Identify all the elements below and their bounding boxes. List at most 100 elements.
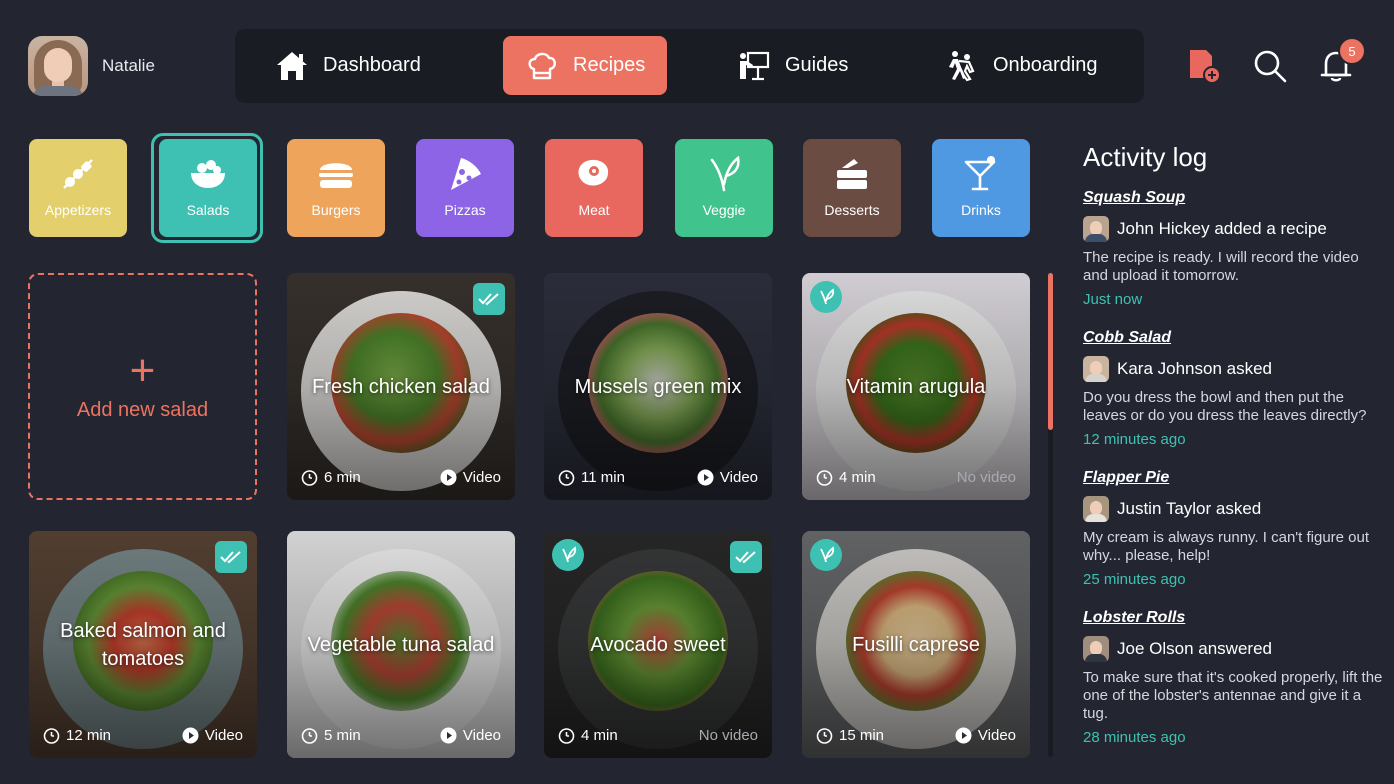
avatar[interactable]: [28, 36, 88, 96]
activity-message: To make sure that it's cooked properly, …: [1083, 669, 1383, 722]
category-pizzas[interactable]: Pizzas: [416, 139, 514, 237]
user-profile[interactable]: Natalie: [28, 36, 155, 96]
play-icon: [440, 469, 457, 486]
recipe-video-link[interactable]: Video: [955, 727, 1016, 744]
nav-guides-label: Guides: [785, 54, 849, 76]
recipe-video-link[interactable]: Video: [440, 469, 501, 486]
search-icon[interactable]: [1252, 48, 1288, 84]
category-appetizers[interactable]: Appetizers: [29, 139, 127, 237]
notification-count-badge: 5: [1338, 37, 1366, 65]
activity-message: Do you dress the bowl and then put the l…: [1083, 389, 1367, 424]
home-icon: [277, 51, 307, 80]
recipe-time: 15 min: [816, 727, 884, 744]
user-name: Natalie: [102, 56, 155, 75]
activity-timestamp: 25 minutes ago: [1083, 571, 1186, 588]
recipe-card[interactable]: Vitamin arugula 4 min No video: [802, 273, 1030, 500]
scrollbar-thumb[interactable]: [1048, 273, 1053, 430]
activity-recipe-link[interactable]: Flapper Pie: [1083, 469, 1383, 487]
activity-log-title: Activity log: [1083, 142, 1208, 172]
category-label: Salads: [186, 202, 230, 218]
recipe-title: Baked salmon and tomatoes: [60, 619, 226, 670]
cake-icon: [837, 159, 867, 189]
recipe-video-status: No video: [956, 469, 1016, 486]
nav-onboarding[interactable]: Onboarding: [923, 36, 1120, 95]
activity-log: Activity log Squash Soup John Hickey add…: [1083, 142, 1383, 767]
double-check-icon: [473, 283, 505, 315]
activity-actor: Kara Johnson asked: [1117, 359, 1272, 378]
activity-message: My cream is always runny. I can't figure…: [1083, 529, 1370, 564]
skewer-icon: [63, 159, 93, 189]
activity-recipe-link[interactable]: Squash Soup: [1083, 189, 1383, 207]
category-drinks[interactable]: Drinks: [932, 139, 1030, 237]
avatar[interactable]: [1083, 356, 1109, 382]
double-check-icon: [215, 541, 247, 573]
avatar[interactable]: [1083, 636, 1109, 662]
recipe-card[interactable]: Mussels green mix 11 min Video: [544, 273, 772, 500]
recipe-video-link[interactable]: Video: [697, 469, 758, 486]
recipe-time: 12 min: [43, 727, 111, 744]
activity-actor: John Hickey added a recipe: [1117, 219, 1327, 238]
nav-guides[interactable]: Guides: [715, 36, 870, 95]
timer-icon: [301, 728, 318, 744]
nav-onboarding-label: Onboarding: [993, 54, 1098, 76]
category-burgers[interactable]: Burgers: [287, 139, 385, 237]
recipe-time: 5 min: [301, 727, 361, 744]
recipe-card[interactable]: Avocado sweet 4 min No video: [544, 531, 772, 758]
recipe-video-link[interactable]: Video: [440, 727, 501, 744]
category-label: Desserts: [824, 202, 880, 218]
salad-bowl-icon: [191, 160, 225, 188]
main-nav: Dashboard Recipes Guides Onboarding: [235, 29, 1144, 103]
activity-recipe-link[interactable]: Cobb Salad: [1083, 329, 1383, 347]
recipe-card[interactable]: Baked salmon and tomatoes 12 min Video: [29, 531, 257, 758]
steak-icon: [578, 159, 609, 186]
walk-help-icon: [949, 50, 975, 81]
presenter-icon: [740, 51, 770, 80]
sprout-icon: [710, 155, 740, 192]
nav-recipes[interactable]: Recipes: [503, 36, 668, 95]
recipe-time: 6 min: [301, 469, 361, 486]
recipe-card[interactable]: Vegetable tuna salad 5 min Video: [287, 531, 515, 758]
nav-dashboard[interactable]: Dashboard: [253, 36, 443, 95]
recipe-time: 11 min: [558, 469, 625, 486]
veggie-leaf-icon: [552, 539, 584, 571]
timer-icon: [301, 470, 318, 486]
add-new-label: Add new salad: [76, 399, 209, 421]
activity-timestamp: Just now: [1083, 291, 1143, 308]
recipe-video-link[interactable]: Video: [182, 727, 243, 744]
play-icon: [182, 727, 199, 744]
avatar[interactable]: [1083, 216, 1109, 242]
avatar[interactable]: [1083, 496, 1109, 522]
activity-recipe-link[interactable]: Lobster Rolls: [1083, 609, 1383, 627]
activity-entry: Lobster Rolls Joe Olson answered To make…: [1083, 609, 1383, 746]
add-document-icon[interactable]: [1186, 48, 1222, 84]
timer-icon: [558, 470, 575, 486]
activity-entry: Flapper Pie Justin Taylor asked My cream…: [1083, 469, 1383, 588]
recipe-title: Vitamin arugula: [846, 375, 986, 398]
category-label: Veggie: [702, 202, 746, 218]
plus-icon: +: [129, 346, 156, 395]
timer-icon: [816, 728, 833, 744]
recipe-card[interactable]: Fusilli caprese 15 min Video: [802, 531, 1030, 758]
recipe-title: Fusilli caprese: [852, 633, 980, 656]
activity-message: The recipe is ready. I will record the v…: [1083, 249, 1359, 284]
play-icon: [440, 727, 457, 744]
category-desserts[interactable]: Desserts: [803, 139, 901, 237]
timer-icon: [816, 470, 833, 486]
recipe-title: Fresh chicken salad: [312, 375, 490, 398]
category-salads[interactable]: Salads: [159, 139, 257, 237]
pizza-slice-icon: [451, 158, 481, 190]
category-meat[interactable]: Meat: [545, 139, 643, 237]
recipe-card[interactable]: Fresh chicken salad 6 min Video: [287, 273, 515, 500]
add-new-salad-button[interactable]: + Add new salad: [28, 273, 257, 500]
recipe-title: Avocado sweet: [590, 633, 726, 656]
double-check-icon: [730, 541, 762, 573]
nav-recipes-label: Recipes: [573, 54, 646, 76]
timer-icon: [43, 728, 60, 744]
category-label: Appetizers: [44, 202, 112, 218]
recipe-time: 4 min: [816, 469, 876, 486]
play-icon: [955, 727, 972, 744]
activity-actor: Justin Taylor asked: [1117, 499, 1262, 518]
category-veggie[interactable]: Veggie: [675, 139, 773, 237]
activity-actor: Joe Olson answered: [1117, 639, 1272, 658]
recipe-time: 4 min: [558, 727, 618, 744]
